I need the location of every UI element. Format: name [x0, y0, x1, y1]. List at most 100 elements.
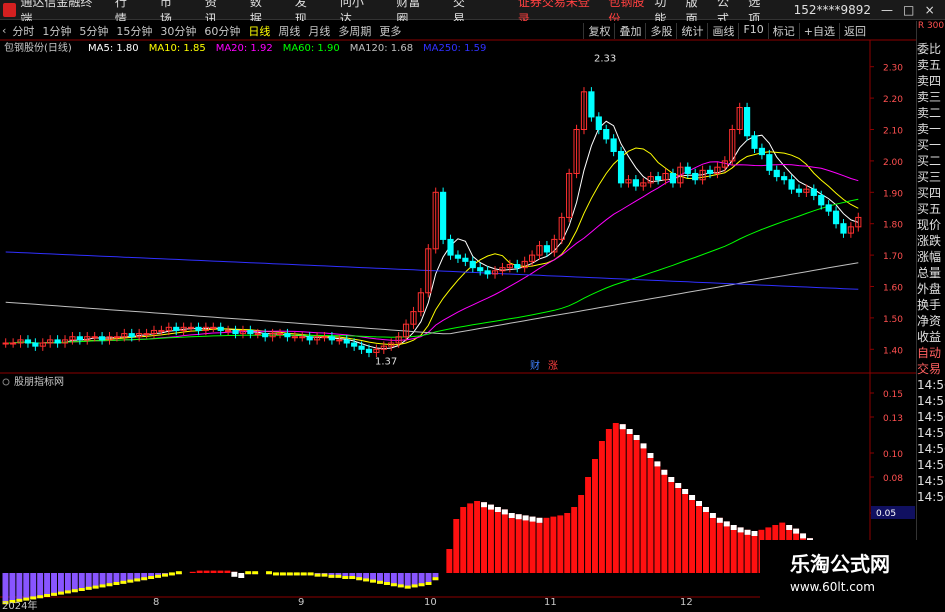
candle-body — [232, 329, 239, 335]
indicator-bar-cap — [508, 513, 515, 518]
indicator-bar-cap — [335, 574, 342, 578]
indicator-bar-cap — [390, 583, 397, 587]
indicator-bar — [467, 503, 474, 573]
side-item[interactable]: 14:56 — [917, 473, 945, 489]
maximize-icon[interactable]: □ — [903, 3, 914, 17]
x-tick-label: 10 — [424, 597, 437, 608]
indicator-bar-cap — [793, 528, 800, 534]
side-item[interactable]: 自动 — [917, 345, 945, 361]
candle-body — [24, 339, 32, 344]
indicator-y-tick-label: 0.15 — [883, 390, 903, 400]
indicator-bar-cap — [279, 572, 286, 576]
candle-body — [143, 333, 150, 336]
indicator-bar — [189, 571, 196, 573]
side-item[interactable]: 14:56 — [917, 409, 945, 425]
indicator-bar — [654, 461, 661, 573]
close-icon[interactable]: × — [924, 3, 935, 17]
side-item[interactable]: 卖三 — [917, 89, 945, 105]
indicator-bar-cap — [675, 483, 682, 488]
indicator-bar-cap — [162, 573, 168, 577]
side-item[interactable]: 14:56 — [917, 441, 945, 457]
indicator-bar — [37, 573, 44, 599]
candle-body — [76, 336, 83, 341]
indicator-bar-cap — [78, 588, 85, 591]
indicator-bar-cap — [751, 531, 758, 536]
indicator-bar-cap — [113, 582, 120, 585]
indicator-bar-cap — [307, 572, 314, 576]
side-item[interactable]: 买一 — [917, 137, 945, 153]
ma-label: MA5: 1.80 — [88, 43, 139, 54]
indicator-bar-cap — [432, 577, 439, 581]
minimize-icon[interactable]: — — [881, 3, 893, 17]
side-item[interactable]: 买四 — [917, 185, 945, 201]
indicator-bar-cap — [314, 573, 321, 577]
candle-body — [10, 342, 17, 345]
indicator-bar-cap — [668, 477, 675, 482]
candle-body — [469, 260, 476, 269]
indicator-bar-cap — [92, 585, 99, 589]
indicator-bar — [605, 429, 612, 573]
side-item[interactable]: 外盘 — [917, 281, 945, 297]
y-tick-label: 1.40 — [883, 346, 903, 356]
side-item[interactable]: 卖二 — [917, 105, 945, 121]
indicator-bar-cap — [300, 572, 307, 576]
watermark-url: www.60lt.com — [790, 580, 875, 594]
indicator-bar-cap — [730, 525, 737, 530]
indicator-bar-cap — [286, 572, 293, 576]
indicator-y-tick-label: 0.08 — [883, 474, 903, 484]
indicator-bar — [501, 509, 508, 573]
indicator-bar-cap — [71, 589, 78, 593]
indicator-bar — [675, 483, 682, 573]
candle-body — [98, 336, 106, 341]
indicator-bar — [716, 517, 723, 573]
side-item[interactable]: 14:56 — [917, 377, 945, 393]
candle-body — [692, 172, 699, 181]
indicator-bar-cap — [356, 577, 363, 581]
side-item[interactable]: 收益 — [917, 329, 945, 345]
side-item[interactable]: 卖四 — [917, 73, 945, 89]
indicator-bar-cap — [494, 507, 501, 512]
indicator-bar-cap — [418, 583, 425, 587]
stock-chart[interactable]: 包钢股份(日线) MA5: 1.80 MA10: 1.85 MA20: 1.92 MA6… — [0, 21, 916, 609]
side-item[interactable]: 14:56 — [917, 393, 945, 409]
side-item[interactable]: 14:56 — [917, 457, 945, 473]
candle-body — [2, 342, 9, 345]
side-item[interactable]: 涨跌 — [917, 233, 945, 249]
indicator-bar-cap — [397, 584, 404, 588]
indicator-bar — [508, 513, 515, 573]
side-item[interactable]: 买二 — [917, 153, 945, 169]
candle-body — [543, 245, 551, 253]
side-item[interactable]: 总量 — [917, 265, 945, 281]
y-tick-label: 2.20 — [883, 95, 903, 105]
indicator-bar-cap — [529, 516, 536, 522]
side-item[interactable]: 交易 — [917, 361, 945, 377]
side-item[interactable]: 委比 — [917, 41, 945, 57]
side-item[interactable]: 卖五 — [917, 57, 945, 73]
side-item[interactable]: 卖一 — [917, 121, 945, 137]
side-item[interactable]: 涨幅 — [917, 249, 945, 265]
candle-body — [365, 348, 373, 353]
side-item[interactable]: 现价 — [917, 217, 945, 233]
side-item[interactable]: 14:56 — [917, 425, 945, 441]
user-phone[interactable]: 152****9892 — [794, 3, 871, 17]
candle-body — [328, 336, 336, 341]
indicator-bar-cap — [404, 585, 411, 589]
indicator-bar — [578, 495, 585, 573]
ma-line — [5, 161, 859, 344]
indicator-bar — [494, 507, 501, 573]
indicator-bar-cap — [363, 578, 370, 582]
side-item[interactable]: 净资 — [917, 313, 945, 329]
side-item[interactable]: 换手 — [917, 297, 945, 313]
side-item[interactable]: 14:56 — [917, 489, 945, 505]
indicator-bar — [751, 531, 758, 573]
y-tick-label: 2.30 — [883, 64, 903, 74]
candle-body — [210, 326, 217, 329]
indicator-bar — [515, 514, 522, 573]
candle-body — [818, 194, 825, 206]
indicator-bar-cap — [245, 571, 252, 575]
indicator-bar-cap — [349, 576, 356, 579]
indicator-label: 股朋指标网 — [14, 375, 64, 388]
indicator-bar — [217, 570, 224, 573]
side-item[interactable]: 买三 — [917, 169, 945, 185]
side-item[interactable]: 买五 — [917, 201, 945, 217]
